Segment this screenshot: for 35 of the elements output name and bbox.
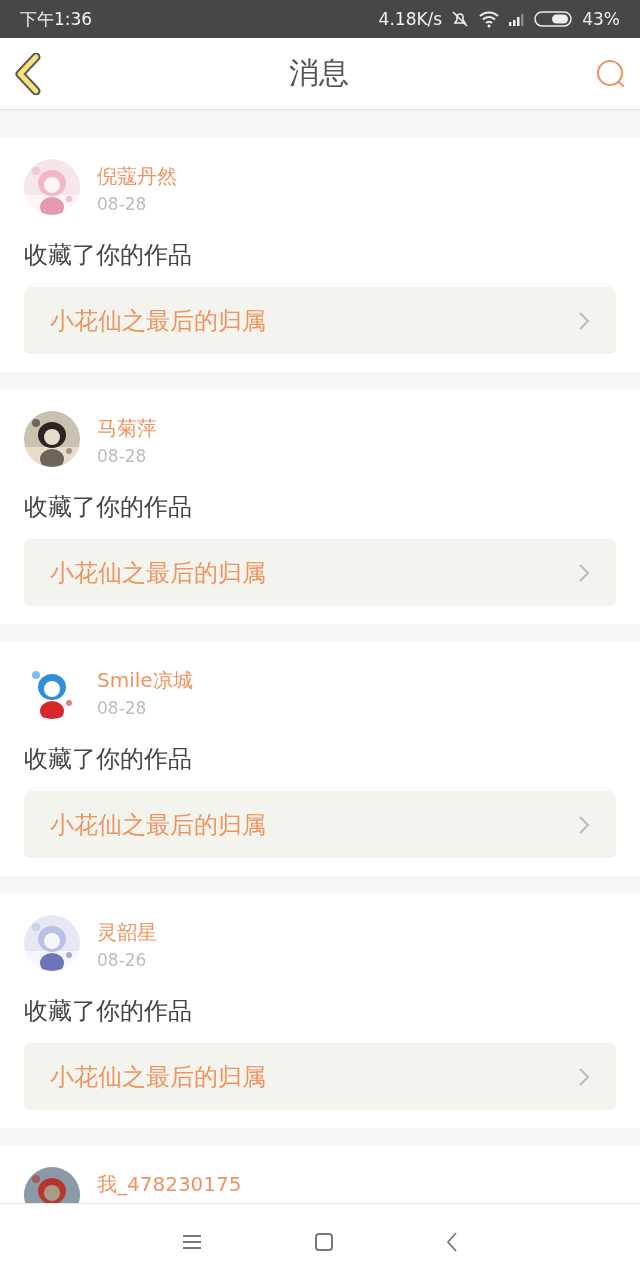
battery-percent: 43% [582,9,620,29]
network-speed: 4.18K/s [378,9,443,29]
page-title: 消息 [289,54,349,92]
user-name[interactable]: 我_478230175 [97,1171,242,1198]
message-card[interactable]: Smile凉城 08-28 收藏了你的作品 小花仙之最后的归属 [0,641,640,876]
signal-icon [508,12,527,26]
chevron-right-icon [578,1066,590,1087]
user-name[interactable]: Smile凉城 [97,667,193,694]
work-link[interactable]: 小花仙之最后的归属 [24,1043,616,1110]
message-card[interactable]: 我_478230175 [0,1145,640,1203]
message-text: 收藏了你的作品 [24,240,193,271]
work-link[interactable]: 小花仙之最后的归属 [24,539,616,606]
chevron-right-icon [578,562,590,583]
message-date: 08-28 [97,698,148,718]
home-square-icon[interactable] [314,1232,334,1252]
status-time: 下午1:36 [20,7,93,31]
chevron-right-icon [578,310,590,331]
user-name[interactable]: 倪蔻丹然 [97,163,177,190]
battery-icon [534,11,575,27]
message-card[interactable]: 灵韶星 08-26 收藏了你的作品 小花仙之最后的归属 [0,893,640,1128]
chevron-right-icon [578,814,590,835]
message-card[interactable]: 倪蔻丹然 08-28 收藏了你的作品 小花仙之最后的归属 [0,137,640,372]
message-date: 08-28 [97,194,148,214]
work-link[interactable]: 小花仙之最后的归属 [24,287,616,354]
work-link[interactable]: 小花仙之最后的归属 [24,791,616,858]
message-card[interactable]: 马菊萍 08-28 收藏了你的作品 小花仙之最后的归属 [0,389,640,624]
message-text: 收藏了你的作品 [24,744,193,775]
message-date: 08-26 [97,950,148,970]
user-name[interactable]: 马菊萍 [97,415,157,442]
user-name[interactable]: 灵韶星 [97,919,157,946]
message-text: 收藏了你的作品 [24,492,193,523]
wifi-icon [478,10,501,28]
message-text: 收藏了你的作品 [24,996,193,1027]
menu-icon[interactable] [182,1234,202,1250]
message-date: 08-28 [97,446,148,466]
